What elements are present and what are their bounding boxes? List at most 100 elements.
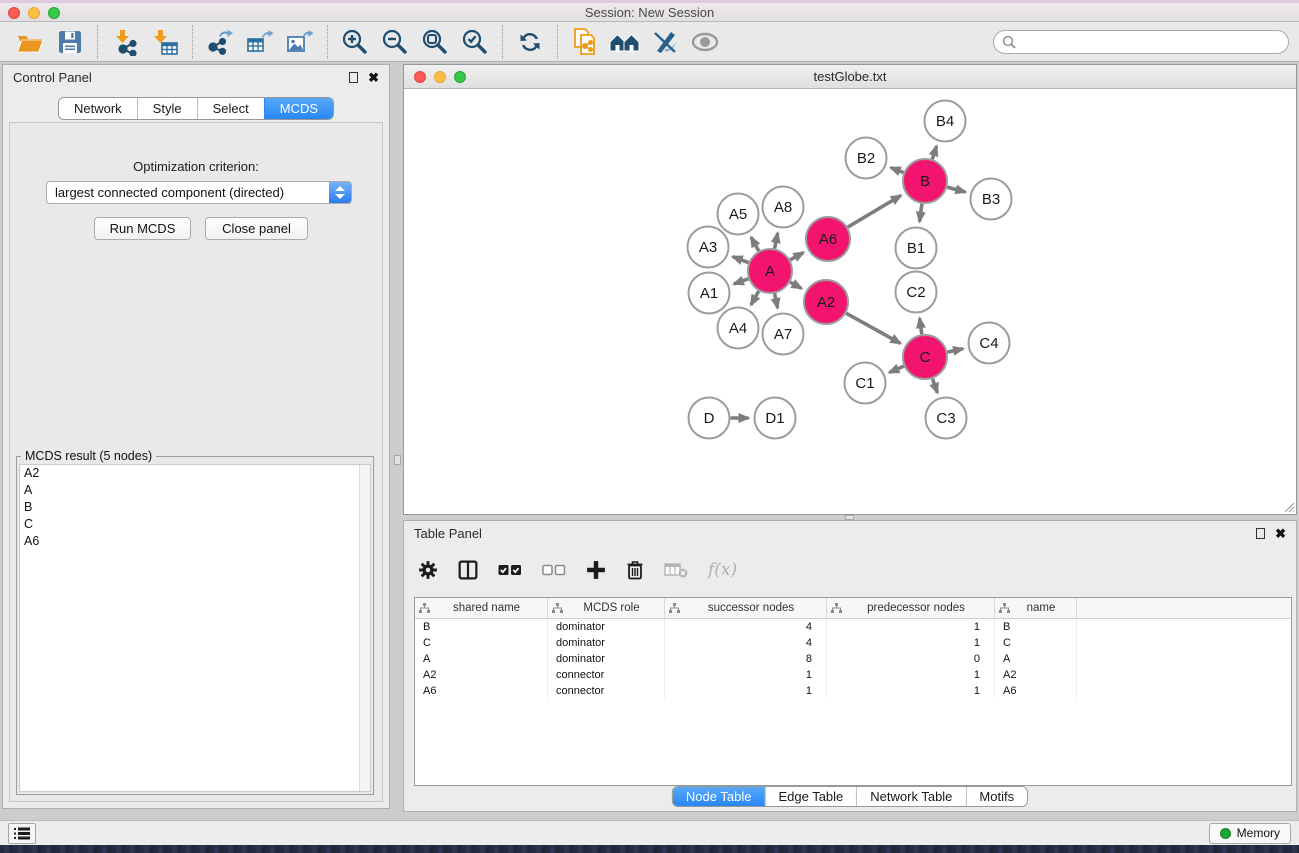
node-B2[interactable]: B2: [846, 138, 887, 179]
search-input[interactable]: [1021, 35, 1280, 49]
edge-B-B3[interactable]: [947, 187, 965, 192]
zoom-window-button[interactable]: [48, 7, 60, 19]
column-header-successor-nodes[interactable]: successor nodes: [665, 598, 827, 618]
task-history-button[interactable]: [8, 823, 36, 844]
table-row[interactable]: Bdominator41B: [415, 619, 1291, 635]
node-A2[interactable]: A2: [804, 280, 848, 324]
node-A7[interactable]: A7: [763, 314, 804, 355]
refresh-view-button[interactable]: [510, 25, 550, 59]
node-A1[interactable]: A1: [689, 273, 730, 314]
mcds-result-item[interactable]: A6: [20, 533, 370, 550]
minimize-network-window-button[interactable]: [434, 71, 446, 83]
close-table-panel-icon[interactable]: ✖: [1275, 527, 1286, 540]
float-panel-icon[interactable]: [349, 72, 358, 83]
edge-A2-C[interactable]: [846, 313, 900, 343]
node-A8[interactable]: A8: [763, 187, 804, 228]
table-settings-button[interactable]: [418, 560, 438, 580]
tab-network[interactable]: Network: [59, 98, 137, 119]
edge-B-B2[interactable]: [891, 168, 904, 173]
node-C4[interactable]: C4: [969, 323, 1010, 364]
mcds-result-item[interactable]: A: [20, 482, 370, 499]
tab-select[interactable]: Select: [197, 98, 264, 119]
export-image-button[interactable]: [280, 25, 320, 59]
node-D[interactable]: D: [689, 398, 730, 439]
node-C[interactable]: C: [903, 335, 947, 379]
show-graphics-details-button[interactable]: [685, 25, 725, 59]
edge-A-A2[interactable]: [790, 282, 801, 288]
export-network-button[interactable]: [200, 25, 240, 59]
edge-A-A6[interactable]: [790, 253, 803, 260]
column-header-name[interactable]: name: [995, 598, 1077, 618]
mcds-result-item[interactable]: C: [20, 516, 370, 533]
network-canvas[interactable]: B4B2BB3A5A8A6A3B1AA1C2A2A4A7C4CC1C3DD1: [404, 89, 1296, 514]
edge-C-C1[interactable]: [889, 366, 904, 372]
node-C3[interactable]: C3: [926, 398, 967, 439]
import-table-button[interactable]: [145, 25, 185, 59]
search-field[interactable]: [993, 30, 1289, 54]
table-tab-edge-table[interactable]: Edge Table: [764, 787, 856, 806]
node-A5[interactable]: A5: [718, 194, 759, 235]
table-row[interactable]: A2connector11A2: [415, 667, 1291, 683]
column-header-MCDS-role[interactable]: MCDS role: [548, 598, 665, 618]
edge-C-C3[interactable]: [933, 379, 938, 393]
zoom-selected-button[interactable]: [455, 25, 495, 59]
column-header-predecessor-nodes[interactable]: predecessor nodes: [827, 598, 995, 618]
table-row[interactable]: Cdominator41C: [415, 635, 1291, 651]
zoom-out-button[interactable]: [375, 25, 415, 59]
node-D1[interactable]: D1: [755, 398, 796, 439]
node-C1[interactable]: C1: [845, 363, 886, 404]
add-column-button[interactable]: [586, 560, 606, 580]
network-window-controls[interactable]: [414, 71, 466, 83]
table-tab-network-table[interactable]: Network Table: [856, 787, 965, 806]
edge-A-A8[interactable]: [775, 233, 778, 249]
edge-A-A5[interactable]: [751, 237, 759, 251]
table-row[interactable]: Adominator80A: [415, 651, 1291, 667]
resize-grip-icon[interactable]: [1283, 501, 1295, 513]
vertical-splitter-handle[interactable]: [394, 455, 401, 465]
tab-style[interactable]: Style: [137, 98, 197, 119]
edge-A-A7[interactable]: [775, 294, 778, 309]
node-A6[interactable]: A6: [806, 217, 850, 261]
table-tab-node-table[interactable]: Node Table: [673, 787, 765, 806]
node-C2[interactable]: C2: [896, 272, 937, 313]
node-B[interactable]: B: [903, 159, 947, 203]
import-network-button[interactable]: [105, 25, 145, 59]
node-A[interactable]: A: [748, 249, 792, 293]
open-session-button[interactable]: [10, 25, 50, 59]
window-controls[interactable]: [8, 7, 60, 19]
table-row[interactable]: A6connector11A6: [415, 683, 1291, 699]
mcds-result-scrollbar[interactable]: [359, 465, 370, 791]
node-A3[interactable]: A3: [688, 227, 729, 268]
zoom-fit-button[interactable]: [415, 25, 455, 59]
mcds-result-item[interactable]: B: [20, 499, 370, 516]
close-window-button[interactable]: [8, 7, 20, 19]
save-session-button[interactable]: [50, 25, 90, 59]
edge-B-B1[interactable]: [920, 204, 922, 222]
edge-A-A1[interactable]: [734, 279, 749, 284]
clone-network-button[interactable]: [565, 25, 605, 59]
criterion-dropdown[interactable]: largest connected component (directed): [46, 181, 352, 204]
select-all-columns-button[interactable]: [498, 564, 522, 576]
node-B3[interactable]: B3: [971, 179, 1012, 220]
hide-graphics-details-button[interactable]: [645, 25, 685, 59]
close-panel-icon[interactable]: ✖: [368, 71, 379, 84]
column-header-shared-name[interactable]: shared name: [415, 598, 548, 618]
node-B1[interactable]: B1: [896, 228, 937, 269]
minimize-window-button[interactable]: [28, 7, 40, 19]
edge-B-B4[interactable]: [932, 146, 936, 159]
delete-table-button[interactable]: [664, 562, 688, 578]
edge-A-A4[interactable]: [751, 291, 759, 305]
edge-A-A3[interactable]: [733, 257, 749, 263]
edge-A6-B[interactable]: [848, 195, 901, 227]
export-table-button[interactable]: [240, 25, 280, 59]
zoom-network-window-button[interactable]: [454, 71, 466, 83]
tab-mcds[interactable]: MCDS: [264, 98, 333, 119]
float-table-panel-icon[interactable]: [1256, 528, 1265, 539]
edge-C-C2[interactable]: [920, 318, 922, 334]
mcds-result-item[interactable]: A2: [20, 465, 370, 482]
close-network-window-button[interactable]: [414, 71, 426, 83]
deselect-all-columns-button[interactable]: [542, 564, 566, 576]
edge-C-C4[interactable]: [948, 349, 964, 352]
memory-button[interactable]: Memory: [1209, 823, 1291, 844]
table-tab-motifs[interactable]: Motifs: [965, 787, 1027, 806]
